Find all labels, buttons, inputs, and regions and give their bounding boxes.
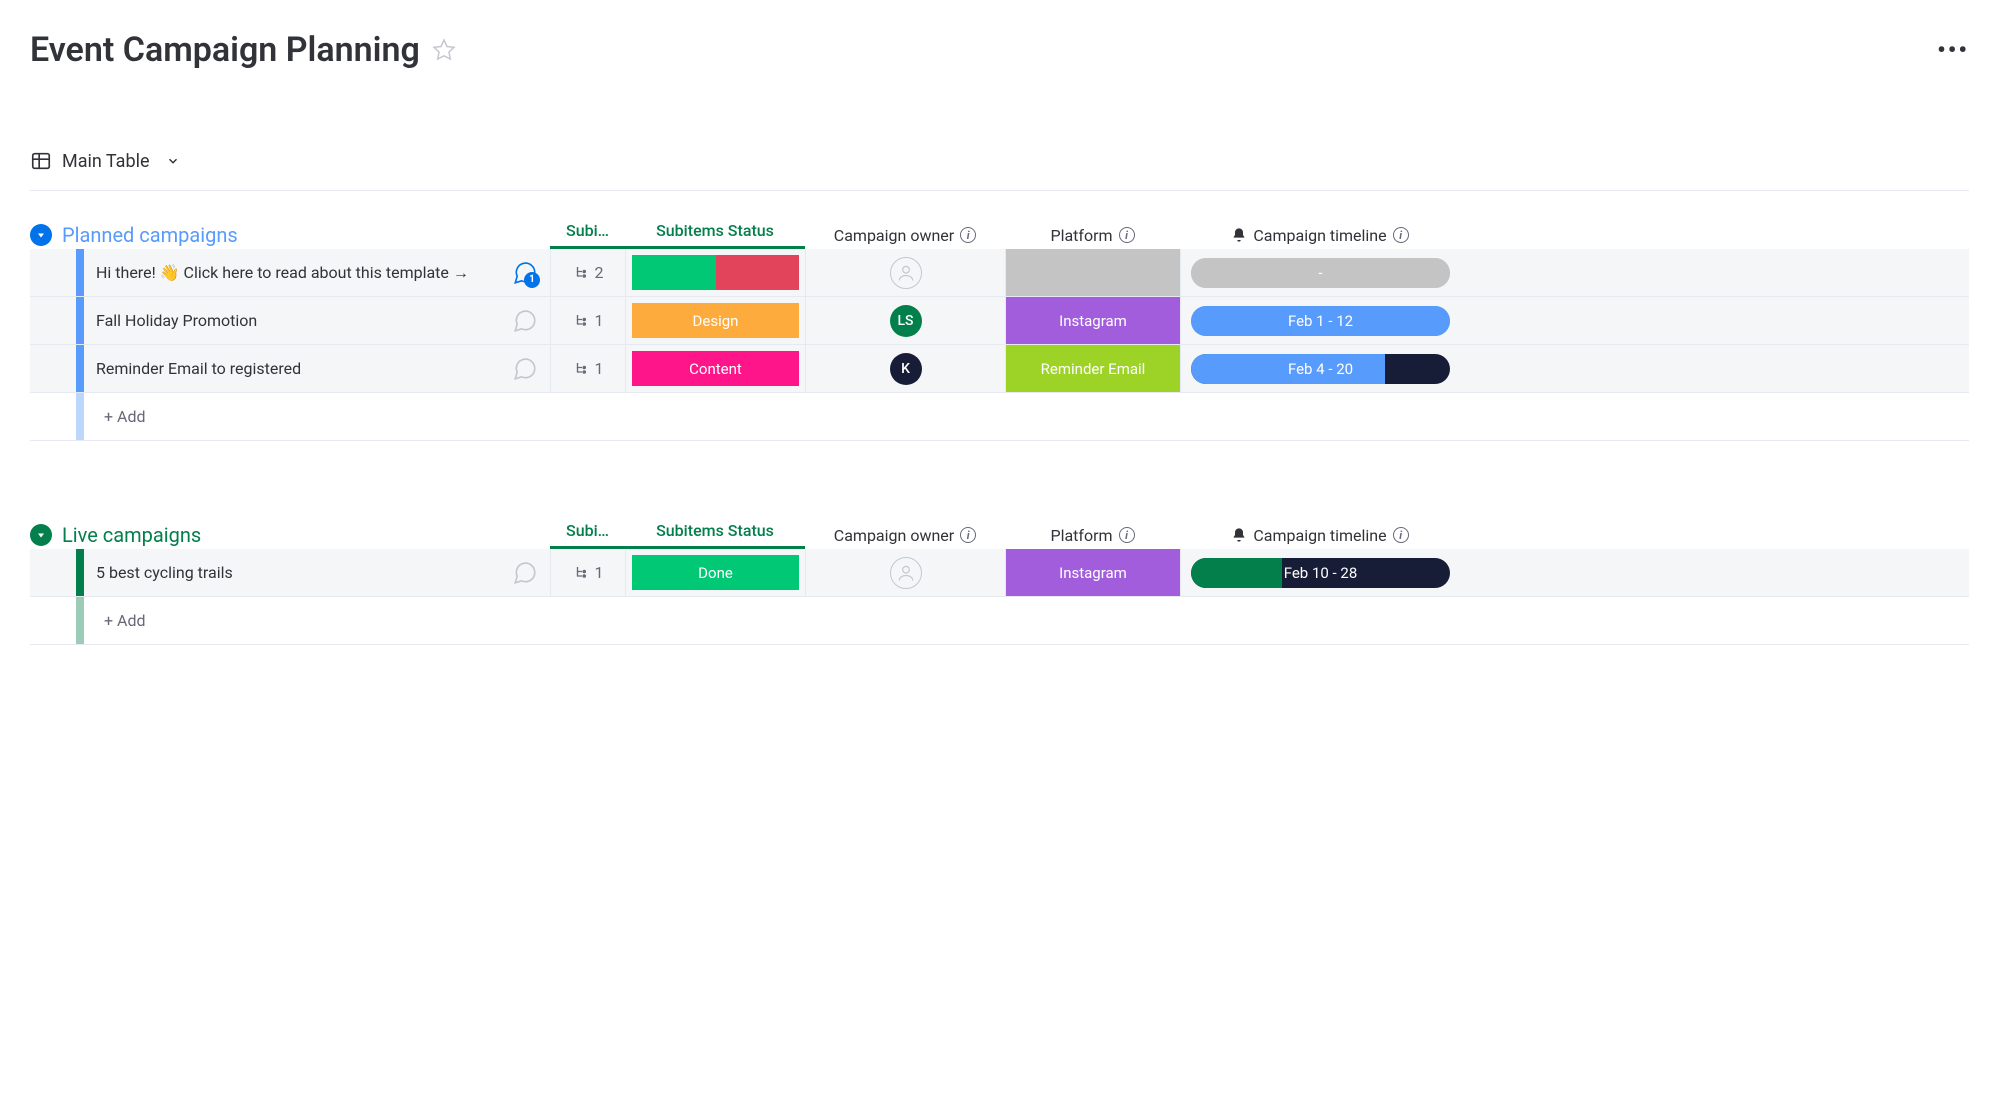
timeline-bar[interactable]: Feb 1 - 12 — [1191, 306, 1450, 336]
owner-avatar-empty[interactable] — [890, 557, 922, 589]
subitems-cell[interactable]: 2 — [550, 249, 625, 296]
platform-cell[interactable]: Instagram — [1005, 297, 1180, 344]
info-icon[interactable]: i — [1393, 527, 1409, 543]
add-row-label: + Add — [84, 407, 146, 426]
row-name-cell[interactable]: Reminder Email to registered — [84, 345, 550, 392]
row-name: Hi there! 👋 Click here to read about thi… — [96, 263, 504, 283]
chevron-down-icon[interactable] — [166, 154, 180, 168]
timeline-bar[interactable]: Feb 4 - 20 — [1191, 354, 1450, 384]
page-header: Event Campaign Planning ••• — [30, 30, 1969, 70]
subitems-cell[interactable]: 1 — [550, 345, 625, 392]
owner-cell[interactable]: LS — [805, 297, 1005, 344]
add-row-label: + Add — [84, 611, 146, 630]
row-name: Fall Holiday Promotion — [96, 311, 504, 330]
platform-cell[interactable] — [1005, 249, 1180, 296]
column-header-subitems[interactable]: Subi… — [550, 521, 625, 549]
status-cell[interactable]: Content — [625, 345, 805, 392]
row-color-stripe — [76, 345, 84, 392]
column-header-status[interactable]: Subitems Status — [625, 521, 805, 549]
view-name[interactable]: Main Table — [62, 151, 150, 172]
table-row[interactable]: Fall Holiday Promotion 1Design LS Instagram… — [30, 297, 1969, 345]
conversation-icon[interactable]: 1 — [512, 260, 538, 286]
info-icon[interactable]: i — [960, 527, 976, 543]
page-title: Event Campaign Planning — [30, 30, 420, 70]
status-cell[interactable]: Design — [625, 297, 805, 344]
conversation-icon[interactable] — [512, 356, 538, 382]
owner-avatar[interactable]: K — [890, 353, 922, 385]
info-icon[interactable]: i — [1119, 527, 1135, 543]
info-icon[interactable]: i — [1119, 227, 1135, 243]
conversation-icon[interactable] — [512, 560, 538, 586]
timeline-bar[interactable]: Feb 10 - 28 — [1191, 558, 1450, 588]
platform-cell[interactable]: Reminder Email — [1005, 345, 1180, 392]
row-color-stripe — [76, 549, 84, 596]
row-name-cell[interactable]: Hi there! 👋 Click here to read about thi… — [84, 249, 550, 296]
column-header-owner[interactable]: Campaign owner i — [805, 526, 1005, 545]
table-row[interactable]: Hi there! 👋 Click here to read about thi… — [30, 249, 1969, 297]
owner-cell[interactable]: K — [805, 345, 1005, 392]
table-row[interactable]: Reminder Email to registered 1Content K Rem… — [30, 345, 1969, 393]
row-name: Reminder Email to registered — [96, 359, 504, 378]
owner-cell[interactable] — [805, 249, 1005, 296]
favorite-star-icon[interactable] — [432, 38, 456, 62]
timeline-cell[interactable]: - — [1180, 249, 1460, 296]
column-header-platform[interactable]: Platform i — [1005, 526, 1180, 545]
table-view-icon — [30, 150, 52, 172]
more-options-icon[interactable]: ••• — [1937, 36, 1969, 64]
group: Planned campaignsSubi…Subitems StatusCam… — [30, 221, 1969, 441]
add-row[interactable]: + Add — [30, 393, 1969, 441]
group: Live campaignsSubi…Subitems StatusCampai… — [30, 521, 1969, 645]
status-cell[interactable] — [625, 249, 805, 296]
group-header: Planned campaignsSubi…Subitems StatusCam… — [30, 221, 1969, 249]
group-name[interactable]: Live campaigns — [62, 523, 550, 547]
view-selector-bar: Main Table — [30, 150, 1969, 191]
column-header-subitems[interactable]: Subi… — [550, 221, 625, 249]
group-name[interactable]: Planned campaigns — [62, 223, 550, 247]
owner-avatar[interactable]: LS — [890, 305, 922, 337]
add-row[interactable]: + Add — [30, 597, 1969, 645]
owner-avatar-empty[interactable] — [890, 257, 922, 289]
row-color-stripe — [76, 297, 84, 344]
row-color-stripe — [76, 249, 84, 296]
timeline-cell[interactable]: Feb 4 - 20 — [1180, 345, 1460, 392]
info-icon[interactable]: i — [960, 227, 976, 243]
column-header-timeline[interactable]: Campaign timeline i — [1180, 526, 1460, 545]
timeline-bar[interactable]: - — [1191, 258, 1450, 288]
table-row[interactable]: 5 best cycling trails 1Done Instagram Feb 1… — [30, 549, 1969, 597]
timeline-cell[interactable]: Feb 10 - 28 — [1180, 549, 1460, 596]
row-name: 5 best cycling trails — [96, 563, 504, 582]
column-header-owner[interactable]: Campaign owner i — [805, 226, 1005, 245]
platform-cell[interactable]: Instagram — [1005, 549, 1180, 596]
column-header-timeline[interactable]: Campaign timeline i — [1180, 226, 1460, 245]
conversation-icon[interactable] — [512, 308, 538, 334]
owner-cell[interactable] — [805, 549, 1005, 596]
info-icon[interactable]: i — [1393, 227, 1409, 243]
row-name-cell[interactable]: 5 best cycling trails — [84, 549, 550, 596]
subitems-cell[interactable]: 1 — [550, 549, 625, 596]
collapse-toggle[interactable] — [30, 224, 52, 246]
column-header-platform[interactable]: Platform i — [1005, 226, 1180, 245]
timeline-cell[interactable]: Feb 1 - 12 — [1180, 297, 1460, 344]
group-header: Live campaignsSubi…Subitems StatusCampai… — [30, 521, 1969, 549]
subitems-cell[interactable]: 1 — [550, 297, 625, 344]
collapse-toggle[interactable] — [30, 524, 52, 546]
status-cell[interactable]: Done — [625, 549, 805, 596]
row-name-cell[interactable]: Fall Holiday Promotion — [84, 297, 550, 344]
column-header-status[interactable]: Subitems Status — [625, 221, 805, 249]
